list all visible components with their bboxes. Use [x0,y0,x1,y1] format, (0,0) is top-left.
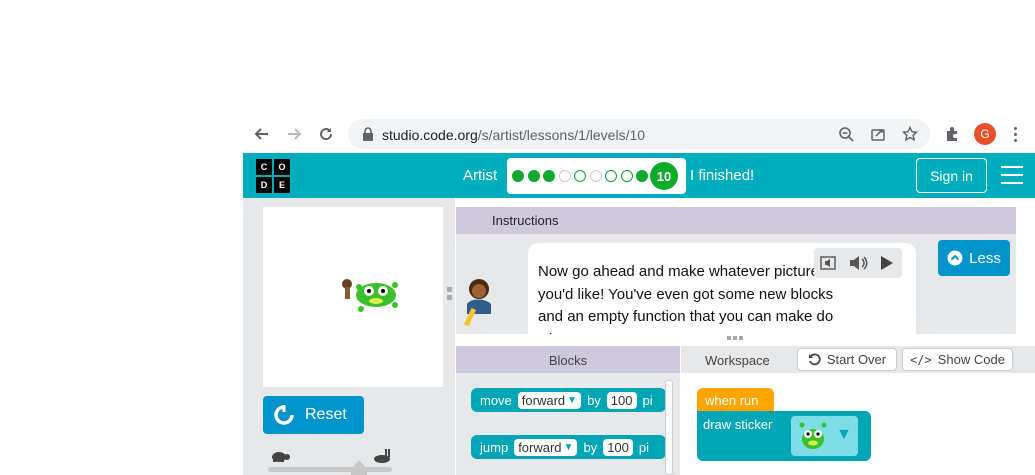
code-org-logo[interactable]: C O D E [255,158,291,194]
sticker-dropdown[interactable]: ▼ [791,416,858,456]
dropdown-arrow-icon: ▼ [563,441,574,453]
direction-dropdown[interactable]: forward ▼ [514,438,578,456]
level-progress: 10 [507,158,686,194]
play-icon[interactable] [876,254,896,272]
hamburger-menu-icon[interactable] [1001,166,1023,184]
mute-icon[interactable] [820,254,840,272]
block-by-label: by [587,392,601,408]
direction-value: forward [518,439,562,455]
site-header: C O D E Artist 10 I finished! Sign in [243,153,1035,198]
when-run-block[interactable]: when run [697,388,774,412]
rabbit-icon [374,449,390,463]
chevron-up-icon [947,250,963,266]
undo-icon [808,353,821,366]
draw-sticker-block[interactable]: draw sticker ▼ [697,411,871,461]
level-dot[interactable] [558,170,571,182]
reset-icon [274,405,294,425]
block-by-label: by [583,439,598,455]
extensions-icon[interactable] [941,123,963,145]
speed-slider-track[interactable] [268,467,392,472]
instructions-title: Instructions [492,213,559,228]
start-over-button[interactable]: Start Over [797,348,897,371]
distance-field[interactable]: 100 [606,391,637,409]
finished-link[interactable]: I finished! [690,167,754,184]
level-dot[interactable] [636,170,648,182]
level-dot[interactable] [512,170,524,182]
draw-sticker-label: draw sticker [703,417,773,432]
workspace-header: Workspace Start Over </> Show Code [681,346,1035,373]
turtle-icon [272,452,290,462]
logo-letter: D [255,176,273,194]
level-dot[interactable] [620,170,633,182]
reset-label: Reset [305,406,347,423]
block-action-label: jump [480,439,509,455]
browser-menu-icon[interactable] [1007,123,1023,145]
blocks-title: Blocks [548,353,588,368]
logo-letter: C [255,158,273,176]
page: studio.code.org/s/artist/lessons/1/level… [0,0,1035,475]
less-button[interactable]: Less [938,240,1010,276]
instructions-text: Now go ahead and make whatever picture y… [538,263,834,334]
url-text: studio.code.org/s/artist/lessons/1/level… [382,127,645,143]
level-dot[interactable] [605,170,617,182]
drawing-canvas [263,207,443,387]
share-icon[interactable] [868,124,888,144]
lesson-name[interactable]: Artist [463,167,497,184]
move-block[interactable]: move forward ▼ by 100 pi [471,388,666,412]
instructions-panel: Now go ahead and make whatever picture y… [456,234,1016,334]
back-icon[interactable] [249,121,275,147]
current-level-badge[interactable]: 10 [650,162,678,190]
sign-in-button[interactable]: Sign in [916,158,987,193]
blocks-header: Blocks [456,346,680,373]
resize-grip[interactable] [447,287,452,307]
direction-dropdown[interactable]: forward ▼ [517,391,582,409]
instructor-avatar [463,279,491,327]
logo-letter: O [273,158,291,176]
less-label: Less [969,249,1001,267]
speed-slider-thumb[interactable] [351,460,367,475]
browser-toolbar: studio.code.org/s/artist/lessons/1/level… [243,115,1035,153]
speaker-icon[interactable] [848,254,868,272]
show-code-button[interactable]: </> Show Code [902,348,1013,371]
zoom-icon[interactable] [836,124,856,144]
bookmark-star-icon[interactable] [900,124,920,144]
logo-letter: E [273,176,291,194]
profile-avatar[interactable]: G [974,123,996,145]
dropdown-arrow-icon: ▼ [836,426,852,443]
level-dot[interactable] [589,170,602,182]
forward-icon[interactable] [281,121,307,147]
level-dot[interactable] [574,170,586,182]
level-dot[interactable] [543,170,555,182]
artist-sticker-image [342,279,398,312]
text-to-speech-controls [814,248,902,278]
instructions-bubble: Now go ahead and make whatever picture y… [528,243,916,334]
url-path: /s/artist/lessons/1/levels/10 [477,127,646,143]
toolbox-scrollbar[interactable] [665,380,673,475]
workspace-title: Workspace [705,353,770,368]
jump-block[interactable]: jump forward ▼ by 100 pi [471,435,666,459]
instructions-header: Instructions [456,207,1016,234]
reset-button[interactable]: Reset [263,396,364,434]
code-brackets-icon: </> [910,352,932,367]
speed-slider[interactable] [268,448,394,475]
url-host: studio.code.org [382,127,478,143]
block-action-label: move [480,392,512,408]
address-bar[interactable]: studio.code.org/s/artist/lessons/1/level… [348,119,930,149]
block-unit-label: pi [642,392,653,408]
distance-field[interactable]: 100 [603,438,633,456]
dropdown-arrow-icon: ▼ [567,394,578,406]
instructions-resize-handle[interactable] [727,336,745,342]
alien-sticker-icon [799,422,827,449]
start-over-label: Start Over [826,352,887,367]
reload-icon[interactable] [313,121,339,147]
lock-icon [363,127,373,141]
direction-value: forward [521,392,566,408]
level-dot[interactable] [527,170,540,182]
show-code-label: Show Code [937,352,1005,367]
block-unit-label: pi [638,439,650,455]
